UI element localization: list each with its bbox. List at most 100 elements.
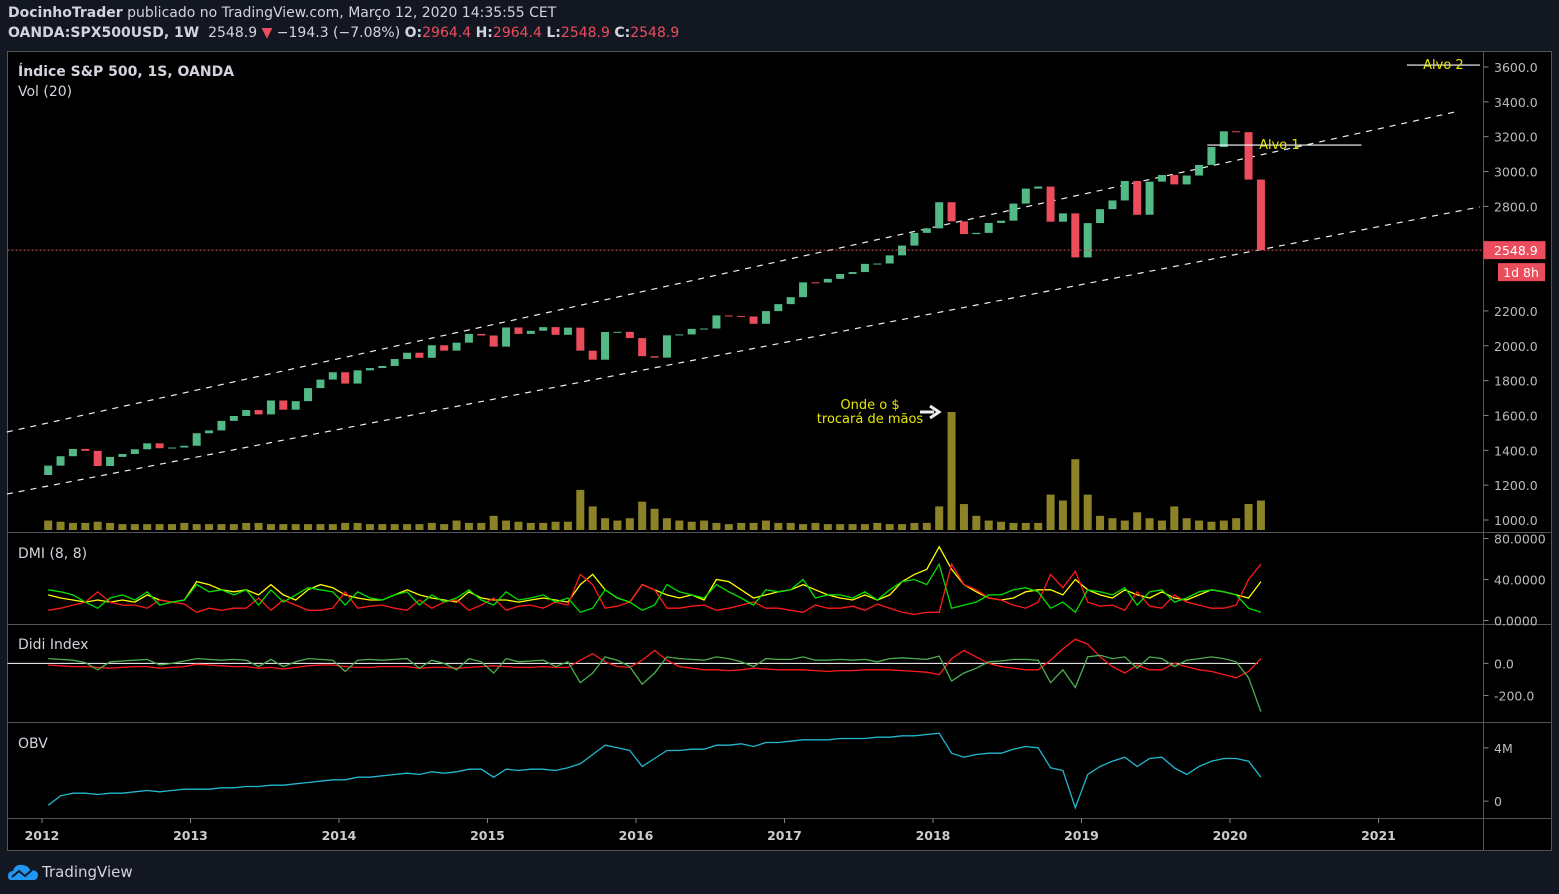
chart-frame — [7, 51, 1552, 851]
candle — [1046, 186, 1055, 222]
volume-bar — [712, 522, 721, 530]
volume-bar — [799, 524, 808, 530]
volume-bar — [1195, 520, 1204, 530]
candle — [811, 282, 820, 284]
volume-bar — [217, 524, 226, 530]
time-tick-label: 2013 — [173, 828, 208, 843]
candle — [959, 221, 968, 235]
candle — [403, 352, 412, 360]
volume-bar — [44, 520, 53, 530]
candle — [143, 443, 152, 450]
volume-bar — [1071, 459, 1080, 530]
volume-bar — [1034, 522, 1043, 530]
volume-bar — [650, 508, 659, 530]
volume-bar — [205, 524, 214, 530]
candle — [242, 410, 251, 416]
tradingview-brand: TradingView — [42, 863, 133, 881]
price-tick-label: 2000.0 — [1494, 339, 1538, 354]
candle — [638, 338, 647, 357]
volume-bar — [254, 522, 263, 530]
candle — [489, 335, 498, 347]
volume-bar — [353, 522, 362, 530]
candle — [860, 263, 869, 273]
candle — [1244, 132, 1253, 180]
candle — [477, 333, 486, 336]
volume-bar — [415, 524, 424, 530]
candle — [1108, 200, 1117, 210]
chart-area[interactable]: 3600.0 3400.0 3200.0 3000.0 2800.0 2200.0 2000… — [0, 0, 1559, 894]
candle — [192, 433, 201, 446]
volume-bar — [514, 521, 523, 530]
volume-bar — [910, 522, 919, 530]
volume-bar — [1058, 500, 1067, 530]
volume-bar — [873, 522, 882, 530]
candle — [1145, 181, 1154, 215]
volume-bar — [898, 524, 907, 530]
candle — [56, 456, 65, 466]
candle — [464, 333, 473, 343]
volume-bar — [774, 522, 783, 530]
candle — [947, 202, 956, 222]
volume-bar — [266, 524, 275, 530]
candle — [774, 304, 783, 312]
candle — [848, 272, 857, 274]
candle — [1133, 180, 1142, 215]
volume-bar — [613, 520, 622, 530]
candle — [93, 450, 102, 466]
volume-bar — [724, 524, 733, 530]
volume-bar — [1207, 521, 1216, 530]
candle — [1009, 203, 1018, 221]
volume-bar — [242, 522, 251, 530]
volume-bar — [279, 524, 288, 530]
target-label: Alvo 1 — [1259, 138, 1300, 153]
volume-bar — [1244, 504, 1253, 530]
candle — [910, 232, 919, 246]
volume-bar — [390, 524, 399, 530]
volume-bar — [1096, 515, 1105, 530]
candle — [675, 334, 684, 336]
volume-bar — [972, 515, 981, 530]
candle — [390, 359, 399, 366]
indicator-tick-label: 0.0 — [1494, 656, 1514, 671]
dmi-label: DMI (8, 8) — [18, 546, 87, 562]
indicator-tick-label: 0 — [1494, 794, 1502, 809]
volume-bar — [935, 506, 944, 530]
price-tick-label: 1000.0 — [1494, 513, 1538, 528]
volume-label: Vol (20) — [18, 84, 72, 100]
volume-bar — [997, 521, 1006, 530]
volume-bar — [576, 489, 585, 530]
candle — [415, 352, 424, 358]
volume-bar — [180, 522, 189, 530]
candle — [749, 316, 758, 324]
candle — [922, 228, 931, 233]
volume-bar — [68, 522, 77, 530]
volume-bar — [130, 524, 139, 530]
volume-bar — [811, 522, 820, 530]
target-label: Alvo 2 — [1423, 58, 1464, 73]
candle — [118, 453, 127, 457]
volume-bar — [836, 524, 845, 530]
volume-bar — [1145, 518, 1154, 530]
candle — [328, 372, 337, 380]
volume-bar — [1170, 506, 1179, 530]
volume-bar — [167, 524, 176, 530]
volume-bar — [737, 522, 746, 530]
candle — [873, 263, 882, 265]
indicator-tick-label: 80.0000 — [1494, 532, 1546, 547]
obv-label: OBV — [18, 736, 48, 752]
candle — [700, 328, 709, 330]
candle — [130, 449, 139, 454]
candle — [1096, 209, 1105, 224]
volume-bar — [588, 506, 597, 530]
volume-bar — [860, 524, 869, 530]
volume-bar — [155, 524, 164, 530]
tradingview-footer[interactable]: TradingView — [8, 862, 133, 882]
candle — [588, 350, 597, 360]
candle — [885, 255, 894, 264]
price-tick-label: 2800.0 — [1494, 199, 1538, 214]
price-tick-label: 3000.0 — [1494, 165, 1538, 180]
indicator-tick-label: -200.0 — [1494, 689, 1534, 704]
candle — [687, 328, 696, 335]
time-tick-label: 2020 — [1213, 828, 1248, 843]
candle — [1021, 188, 1030, 204]
